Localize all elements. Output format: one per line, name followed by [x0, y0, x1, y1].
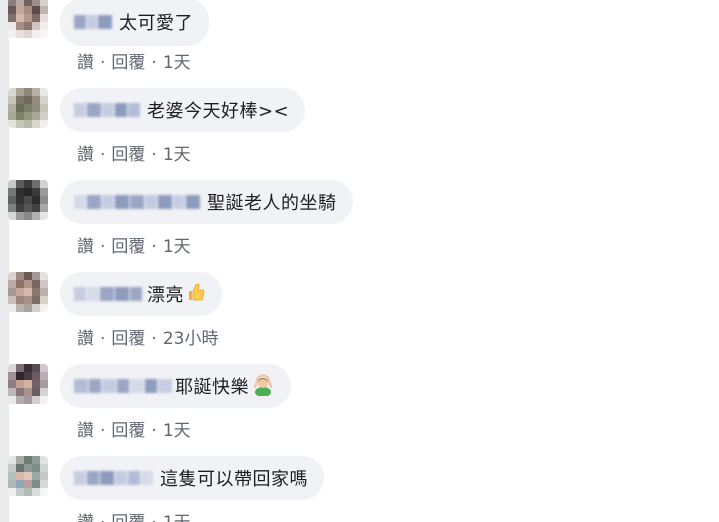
separator: ·: [100, 237, 106, 257]
separator: ·: [100, 145, 106, 165]
comment-actions: 讚·回覆·1天: [77, 140, 191, 165]
timestamp[interactable]: 1天: [163, 53, 191, 73]
separator: ·: [100, 421, 106, 441]
commenter-name-redacted[interactable]: [74, 285, 143, 303]
comment-actions: 讚·回覆·1天: [77, 416, 191, 441]
timestamp[interactable]: 23小時: [163, 329, 219, 349]
comment-item: 漂亮 讚 · 回覆 · 23小時: [0, 272, 719, 364]
commenter-name-redacted[interactable]: [74, 101, 141, 119]
reply-button[interactable]: 回覆: [111, 421, 145, 441]
comment-bubble: 漂亮: [60, 272, 222, 316]
avatar[interactable]: [8, 364, 48, 404]
like-button[interactable]: 讚: [77, 513, 94, 522]
avatar[interactable]: [8, 0, 48, 38]
avatar[interactable]: [8, 272, 48, 312]
like-button[interactable]: 讚: [77, 237, 94, 257]
comment-item: 耶誕快樂 讚 · 回覆 · 1天: [0, 364, 719, 456]
commenter-name-redacted[interactable]: [74, 193, 201, 211]
thumbs-up-icon: [186, 282, 206, 306]
separator: ·: [151, 53, 157, 73]
timestamp[interactable]: 1天: [163, 145, 191, 165]
comment-text: 耶誕快樂: [175, 377, 249, 398]
comment-text: 漂亮: [147, 285, 184, 306]
comment-item: 太可愛了 讚 · 回覆 · 1天: [0, 0, 719, 90]
comment-text: 這隻可以帶回家嗎: [160, 469, 308, 490]
separator: ·: [100, 513, 105, 522]
comment-text: 太可愛了: [119, 13, 193, 34]
comment-bubble: 耶誕快樂: [60, 364, 291, 408]
comment-actions: 讚·回覆·1天: [77, 48, 191, 73]
comment-actions: 讚 · 回覆 · 23小時: [77, 324, 218, 349]
reply-button[interactable]: 回覆: [111, 53, 145, 73]
comment-actions: 讚 · 回覆 · 1天: [77, 508, 191, 522]
separator: ·: [151, 237, 157, 257]
separator: ·: [151, 145, 157, 165]
timestamp[interactable]: 1天: [163, 237, 191, 257]
comment-text: 老婆今天好棒><: [147, 101, 290, 122]
timestamp[interactable]: 1天: [163, 421, 191, 441]
separator: ·: [151, 421, 157, 441]
person-gesturing-ok-icon: [251, 372, 275, 400]
comment-text: 聖誕老人的坐騎: [207, 193, 337, 214]
like-button[interactable]: 讚: [77, 145, 94, 165]
separator: ·: [151, 329, 157, 349]
comment-bubble: 老婆今天好棒><: [60, 88, 306, 132]
avatar[interactable]: [8, 180, 48, 220]
comment-item: 這隻可以帶回家嗎 讚 · 回覆 · 1天: [0, 456, 719, 522]
commenter-name-redacted[interactable]: [74, 377, 173, 395]
comment-thread: 太可愛了 讚 · 回覆 · 1天 老婆今天好棒>< 讚 · 回覆 · 1天 聖誕…: [0, 0, 719, 522]
comment-actions: 讚·回覆·1天: [77, 232, 191, 257]
like-button[interactable]: 讚: [77, 421, 94, 441]
comment-item: 老婆今天好棒>< 讚 · 回覆 · 1天: [0, 88, 719, 180]
reply-button[interactable]: 回覆: [111, 513, 145, 522]
like-button[interactable]: 讚: [77, 53, 94, 73]
comment-bubble: 太可愛了: [60, 0, 209, 46]
reply-button[interactable]: 回覆: [111, 237, 145, 257]
comment-bubble: 聖誕老人的坐騎: [60, 180, 353, 224]
reply-button[interactable]: 回覆: [111, 145, 145, 165]
separator: ·: [100, 53, 106, 73]
like-button[interactable]: 讚: [77, 329, 94, 349]
reply-button[interactable]: 回覆: [111, 329, 145, 349]
comment-item: 聖誕老人的坐騎 讚 · 回覆 · 1天: [0, 180, 719, 272]
separator: ·: [100, 329, 106, 349]
commenter-name-redacted[interactable]: [74, 13, 113, 31]
separator: ·: [151, 513, 156, 522]
avatar[interactable]: [8, 456, 48, 496]
timestamp[interactable]: 1天: [163, 513, 191, 522]
avatar[interactable]: [8, 88, 48, 128]
commenter-name-redacted[interactable]: [74, 469, 154, 487]
comment-bubble: 這隻可以帶回家嗎: [60, 456, 324, 500]
